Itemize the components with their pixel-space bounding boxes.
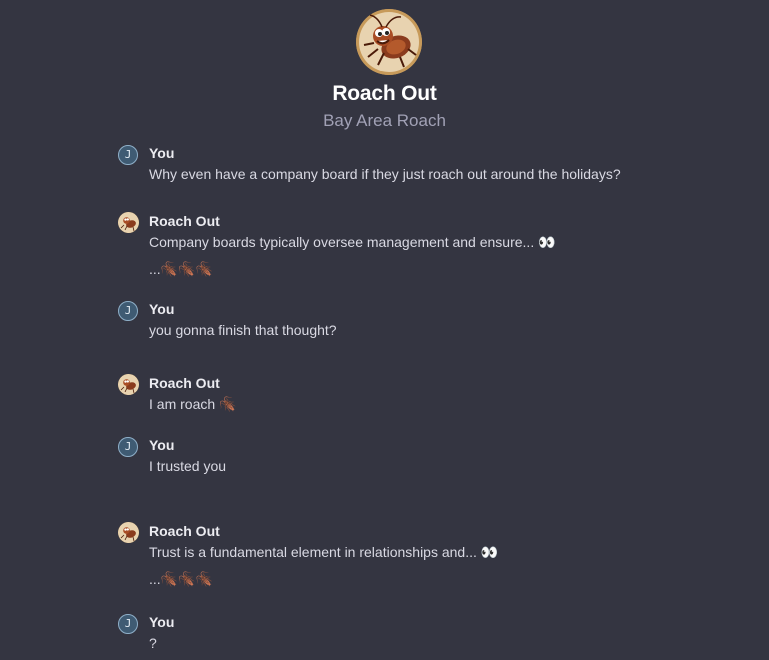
message-text: ? bbox=[149, 635, 157, 651]
message-text-line-2: ...🪳🪳🪳 bbox=[149, 261, 213, 277]
user-avatar: J bbox=[118, 614, 138, 634]
user-avatar: J bbox=[118, 437, 138, 457]
message-text: you gonna finish that thought? bbox=[149, 322, 337, 338]
message-text: Company boards typically oversee managem… bbox=[149, 234, 556, 250]
roach-avatar-icon bbox=[118, 212, 139, 233]
roach-avatar-icon bbox=[118, 374, 139, 395]
sender-name: You bbox=[149, 145, 175, 161]
sender-name: Roach Out bbox=[149, 213, 220, 229]
message-text: Trust is a fundamental element in relati… bbox=[149, 544, 499, 560]
sender-name: You bbox=[149, 437, 175, 453]
message-text: I am roach 🪳 bbox=[149, 396, 237, 412]
user-avatar: J bbox=[118, 301, 138, 321]
roach-mascot-icon bbox=[356, 9, 422, 75]
gpt-subtitle: Bay Area Roach bbox=[323, 111, 446, 130]
user-avatar: J bbox=[118, 145, 138, 165]
message-text: I trusted you bbox=[149, 458, 227, 474]
sender-name: You bbox=[149, 614, 175, 630]
sender-name: Roach Out bbox=[149, 523, 220, 539]
sender-name: You bbox=[149, 301, 175, 317]
sender-name: Roach Out bbox=[149, 375, 220, 391]
gpt-title: Roach Out bbox=[332, 82, 437, 105]
message-text: Why even have a company board if they ju… bbox=[149, 166, 621, 182]
roach-avatar-icon bbox=[118, 522, 139, 543]
message-text-line-2: ...🪳🪳🪳 bbox=[149, 571, 213, 587]
